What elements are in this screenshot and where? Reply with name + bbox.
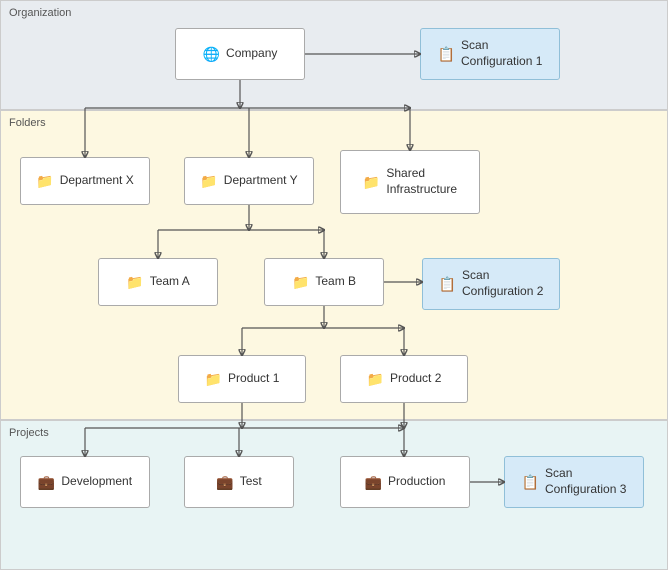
- team-b-icon: 📁: [292, 274, 309, 291]
- production-icon: 💼: [365, 474, 382, 491]
- dept-y-node[interactable]: 📁 Department Y: [184, 157, 314, 205]
- scan-config-2-node[interactable]: 📋 ScanConfiguration 2: [422, 258, 560, 310]
- team-a-icon: 📁: [126, 274, 143, 291]
- dept-y-icon: 📁: [200, 173, 217, 190]
- development-label: Development: [61, 474, 132, 490]
- team-b-label: Team B: [315, 274, 356, 290]
- team-a-node[interactable]: 📁 Team A: [98, 258, 218, 306]
- product-1-label: Product 1: [228, 371, 279, 387]
- dept-x-label: Department X: [60, 173, 134, 189]
- product-2-label: Product 2: [390, 371, 441, 387]
- development-icon: 💼: [38, 474, 55, 491]
- folders-label: Folders: [9, 117, 46, 129]
- shared-infra-icon: 📁: [363, 174, 380, 191]
- team-a-label: Team A: [150, 274, 190, 290]
- dept-x-icon: 📁: [36, 173, 53, 190]
- scan-config-3-icon: 📋: [522, 474, 539, 491]
- product-2-icon: 📁: [367, 371, 384, 388]
- production-node[interactable]: 💼 Production: [340, 456, 470, 508]
- shared-infra-node[interactable]: 📁 SharedInfrastructure: [340, 150, 480, 214]
- scan-config-1-label: ScanConfiguration 1: [461, 38, 542, 69]
- scan-config-3-label: ScanConfiguration 3: [545, 466, 626, 497]
- company-icon: 🌐: [203, 46, 220, 63]
- shared-infra-label: SharedInfrastructure: [386, 166, 457, 197]
- product-1-icon: 📁: [205, 371, 222, 388]
- org-label: Organization: [9, 7, 71, 19]
- scan-config-3-node[interactable]: 📋 ScanConfiguration 3: [504, 456, 644, 508]
- scan-config-2-label: ScanConfiguration 2: [462, 268, 543, 299]
- scan-config-2-icon: 📋: [439, 276, 456, 293]
- production-label: Production: [388, 474, 445, 490]
- product-1-node[interactable]: 📁 Product 1: [178, 355, 306, 403]
- test-label: Test: [240, 474, 262, 490]
- test-icon: 💼: [216, 474, 233, 491]
- development-node[interactable]: 💼 Development: [20, 456, 150, 508]
- projects-label: Projects: [9, 427, 49, 439]
- product-2-node[interactable]: 📁 Product 2: [340, 355, 468, 403]
- dept-y-label: Department Y: [224, 173, 298, 189]
- company-node[interactable]: 🌐 Company: [175, 28, 305, 80]
- company-label: Company: [226, 46, 277, 62]
- scan-config-1-icon: 📋: [438, 46, 455, 63]
- test-node[interactable]: 💼 Test: [184, 456, 294, 508]
- org-section: Organization: [0, 0, 668, 110]
- scan-config-1-node[interactable]: 📋 ScanConfiguration 1: [420, 28, 560, 80]
- dept-x-node[interactable]: 📁 Department X: [20, 157, 150, 205]
- team-b-node[interactable]: 📁 Team B: [264, 258, 384, 306]
